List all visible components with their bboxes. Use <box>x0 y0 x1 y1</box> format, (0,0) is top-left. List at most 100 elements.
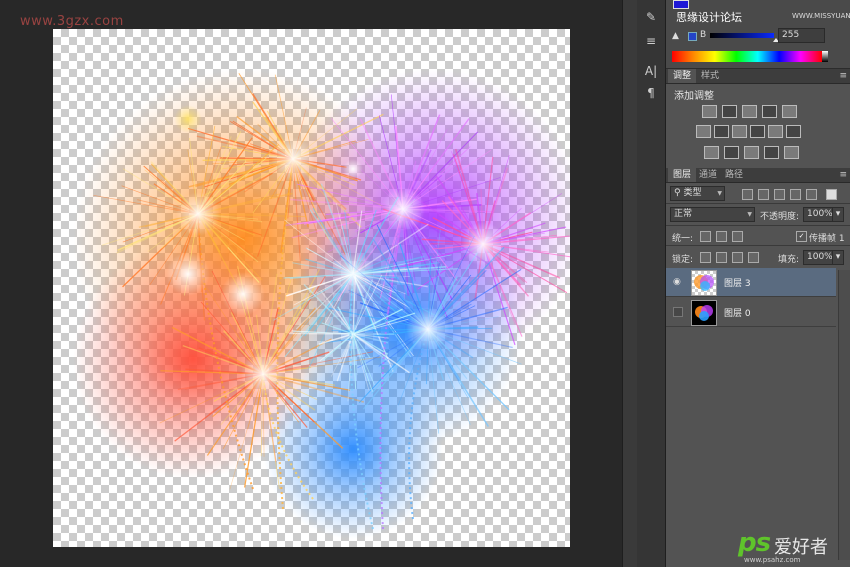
unify-style-icon[interactable] <box>732 231 743 242</box>
fireworks-artwork <box>73 69 570 539</box>
document-canvas[interactable] <box>53 29 570 547</box>
top-caption-site: WWW.MISSYUAN.COM <box>792 12 850 20</box>
filter-pixel-icon[interactable] <box>742 189 753 200</box>
lock-pixels-icon[interactable] <box>716 252 727 263</box>
filter-adjustment-icon[interactable] <box>758 189 769 200</box>
invert-icon[interactable] <box>704 146 719 159</box>
exposure-icon[interactable] <box>762 105 777 118</box>
burst-core <box>381 187 425 231</box>
layer-row[interactable]: ◉ 图层 3 <box>666 268 836 297</box>
opacity-input[interactable]: 100% <box>803 207 833 222</box>
opacity-label: 不透明度: <box>760 212 800 222</box>
lock-transparency-icon[interactable] <box>700 252 711 263</box>
channel-row: ▲ B 255 <box>672 28 848 44</box>
lock-position-icon[interactable] <box>732 252 743 263</box>
burst-core <box>241 352 285 396</box>
color-panel: 思缘设计论坛 WWW.MISSYUAN.COM ▲ B 255 <box>666 0 850 69</box>
layers-tabbar: 图层 通道 路径 ≡ <box>666 168 850 183</box>
blend-mode-select[interactable]: 正常 <box>670 207 755 222</box>
panel-tool-strip: ✎ ≡ A| ¶ <box>637 0 666 567</box>
burst-core <box>221 272 265 316</box>
thumbnail-fireworks <box>695 305 713 321</box>
color-lookup-icon[interactable] <box>786 125 801 138</box>
foreground-swatch[interactable] <box>673 0 689 9</box>
filter-type-icon[interactable] <box>774 189 785 200</box>
tab-adjustments[interactable]: 调整 <box>668 69 697 83</box>
paragraph-icon[interactable]: ¶ <box>641 84 661 102</box>
filter-toggle-icon[interactable] <box>826 189 837 200</box>
panel-menu-icon[interactable]: ≡ <box>839 69 847 83</box>
lock-all-icon[interactable] <box>748 252 759 263</box>
color-balance-icon[interactable] <box>714 125 729 138</box>
burst-core <box>461 222 505 266</box>
channel-slider[interactable] <box>710 33 774 38</box>
layer-filter-row: ⚲ 类型 <box>666 184 850 202</box>
filter-kind-select[interactable]: ⚲ 类型 <box>670 186 725 201</box>
burst-core <box>406 307 450 351</box>
fill-label: 填充: <box>778 255 800 265</box>
gradient-map-icon[interactable] <box>764 146 779 159</box>
filter-smart-icon[interactable] <box>806 189 817 200</box>
levels-icon[interactable] <box>722 105 737 118</box>
color-spectrum[interactable] <box>672 51 828 62</box>
adjust-sliders-icon[interactable]: ≡ <box>641 32 661 50</box>
visibility-eye-icon[interactable]: ◉ <box>673 277 683 287</box>
watermark-url: www.psahz.com <box>744 556 801 564</box>
top-caption-text: 思缘设计论坛 <box>676 11 742 24</box>
burst-core <box>166 252 210 296</box>
adjustment-icons-row-2 <box>666 125 850 141</box>
canvas-scrollbar[interactable] <box>622 0 638 567</box>
blue-glow-low <box>263 359 443 539</box>
propagate-checkbox[interactable]: ✓ <box>796 231 807 242</box>
tab-paths[interactable]: 路径 <box>720 168 748 182</box>
fill-dropdown[interactable]: ▾ <box>832 250 844 265</box>
channel-label: B <box>700 30 707 40</box>
watermark-brand: ps <box>738 528 771 558</box>
layer-thumbnail <box>691 300 717 326</box>
spark <box>174 105 202 133</box>
opacity-dropdown[interactable]: ▾ <box>832 207 844 222</box>
divider <box>666 245 850 246</box>
curves-icon[interactable] <box>742 105 757 118</box>
threshold-icon[interactable] <box>744 146 759 159</box>
divider <box>666 225 850 226</box>
divider <box>666 203 850 204</box>
propagate-label: 传播帧 1 <box>809 234 845 244</box>
channel-mixer-icon[interactable] <box>768 125 783 138</box>
bottom-watermark: ps 爱好者 www.psahz.com <box>738 528 848 564</box>
tab-layers[interactable]: 图层 <box>668 168 697 182</box>
spark <box>343 159 363 179</box>
thumbnail-fireworks <box>694 275 714 291</box>
top-watermark: www.3gzx.com <box>20 14 124 29</box>
layer-name: 图层 0 <box>724 309 751 319</box>
character-icon[interactable]: A| <box>641 62 661 80</box>
unify-position-icon[interactable] <box>700 231 711 242</box>
top-caption: 思缘设计论坛 WWW.MISSYUAN.COM <box>676 9 850 25</box>
photo-filter-icon[interactable] <box>750 125 765 138</box>
layer-thumbnail <box>691 270 717 296</box>
unify-visibility-icon[interactable] <box>716 231 727 242</box>
adjustments-tabbar: 调整 样式 ≡ <box>666 69 850 84</box>
vibrance-icon[interactable] <box>782 105 797 118</box>
channel-value-input[interactable]: 255 <box>778 28 825 43</box>
layer-row[interactable]: 图层 0 <box>666 298 836 327</box>
unify-label: 统一: <box>672 234 694 244</box>
adjustment-icons-row-1 <box>666 105 850 121</box>
brush-tool-icon[interactable]: ✎ <box>641 8 661 26</box>
tab-styles[interactable]: 样式 <box>696 69 724 83</box>
selective-color-icon[interactable] <box>784 146 799 159</box>
color-chip[interactable] <box>688 32 697 41</box>
posterize-icon[interactable] <box>724 146 739 159</box>
burst-core <box>271 137 315 181</box>
filter-shape-icon[interactable] <box>790 189 801 200</box>
black-white-icon[interactable] <box>732 125 747 138</box>
brightness-icon[interactable] <box>702 105 717 118</box>
hue-saturation-icon[interactable] <box>696 125 711 138</box>
visibility-toggle[interactable] <box>673 307 683 317</box>
layers-menu-icon[interactable]: ≡ <box>839 168 847 182</box>
burst-core <box>176 192 220 236</box>
tab-channels[interactable]: 通道 <box>694 168 722 182</box>
layers-scrollbar[interactable] <box>838 270 850 560</box>
filter-kind-label: 类型 <box>683 188 702 198</box>
fill-input[interactable]: 100% <box>803 250 833 265</box>
